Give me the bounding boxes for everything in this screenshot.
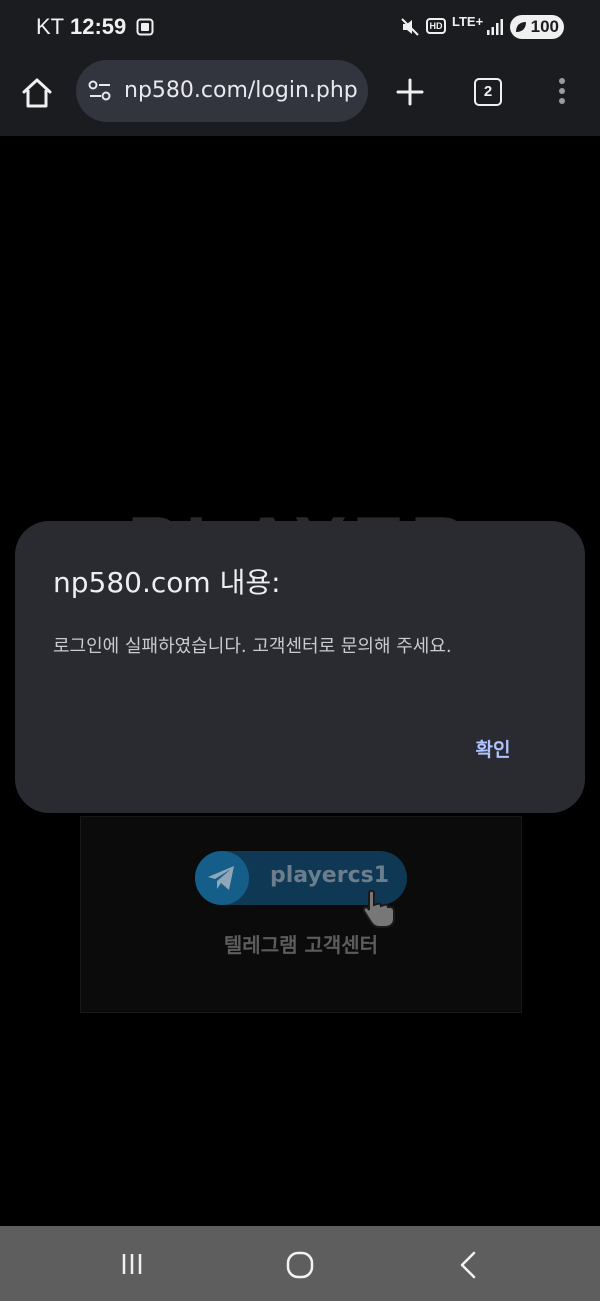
network-type: LTE+ <box>452 14 484 29</box>
status-bar: KT 12:59 HD LTE+ 100 <box>0 0 600 56</box>
confirm-button[interactable]: 확인 <box>463 735 523 765</box>
hand-pointer-icon <box>362 889 395 928</box>
carrier-label: KT <box>36 14 65 39</box>
lte-plus-icon: LTE+ <box>452 14 483 29</box>
home-circle-icon[interactable] <box>285 1250 315 1280</box>
tab-switcher-button[interactable]: 2 <box>474 78 502 106</box>
battery-level: 100 <box>530 17 559 36</box>
telegram-badge <box>195 851 249 905</box>
support-panel: playercs1 텔레그램 고객센터 <box>80 816 522 1013</box>
back-icon[interactable] <box>456 1250 480 1280</box>
tab-count-label: 2 <box>483 83 493 100</box>
dialog-title: np580.com 내용: <box>53 566 281 599</box>
hd-voice-icon: HD <box>426 18 446 34</box>
battery-saver-icon <box>516 22 526 32</box>
clock-time: 12:59 <box>70 14 127 39</box>
hd-label: HD <box>429 21 443 31</box>
browser-toolbar: np580.com/login.php 2 <box>0 56 600 136</box>
telegram-handle: playercs1 <box>270 863 390 888</box>
more-vertical-icon[interactable] <box>556 76 568 106</box>
phone-screen: KT 12:59 HD LTE+ 100 np580.com/login.php… <box>0 0 600 1301</box>
screenshot-icon <box>136 18 154 36</box>
system-navigation-bar <box>0 1226 600 1301</box>
site-info-icon[interactable] <box>88 80 112 102</box>
telegram-support-label: 텔레그램 고객센터 <box>223 933 379 957</box>
url-text[interactable]: np580.com/login.php <box>124 78 364 103</box>
dialog-message: 로그인에 실패하였습니다. 고객센터로 문의해 주세요. <box>53 636 452 657</box>
telegram-icon <box>208 866 234 890</box>
home-icon[interactable] <box>20 76 54 110</box>
mute-vibrate-icon <box>401 18 419 36</box>
battery-indicator: 100 <box>510 15 564 39</box>
recent-apps-icon[interactable] <box>118 1250 146 1278</box>
signal-icon <box>487 19 503 35</box>
plus-icon[interactable] <box>396 78 424 106</box>
address-bar[interactable]: np580.com/login.php <box>76 60 368 122</box>
alert-dialog: np580.com 내용: 로그인에 실패하였습니다. 고객센터로 문의해 주세… <box>15 521 585 813</box>
